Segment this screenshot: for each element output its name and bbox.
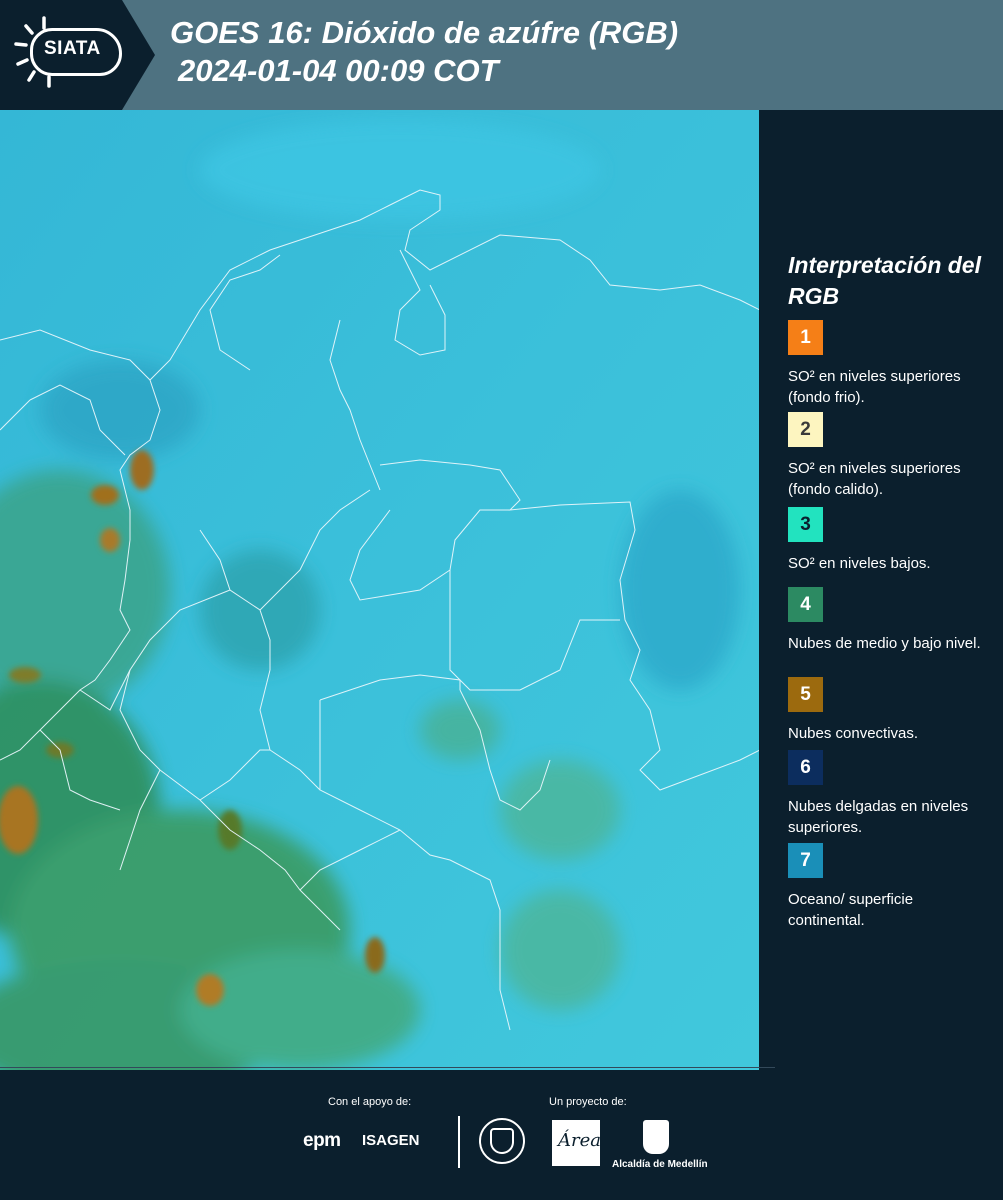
legend-item-4: 4 Nubes de medio y bajo nivel. (788, 587, 993, 654)
legend-item-1: 1 SO² en niveles superiores (fondo frio). (788, 320, 993, 408)
legend-label: SO² en niveles bajos. (788, 555, 931, 572)
legend-item-6: 6 Nubes delgadas en niveles superiores. (788, 750, 993, 838)
area-metropolitana-logo: Área (552, 1120, 601, 1166)
medellin-seal-icon (479, 1118, 525, 1164)
legend-swatch: 1 (788, 320, 823, 355)
footer-logo-divider (458, 1116, 460, 1168)
footer: Con el apoyo de: Un proyecto de: epm ISA… (0, 1067, 1003, 1200)
legend-label: SO² en niveles superiores (fondo frio). (788, 368, 961, 406)
page-title: GOES 16: Dióxido de azúfre (RGB) 2024-01… (170, 14, 678, 90)
legend-swatch: 3 (788, 507, 823, 542)
legend-swatch: 2 (788, 412, 823, 447)
epm-logo: epm (303, 1130, 341, 1151)
logo-text: SIATA (44, 38, 101, 59)
legend-item-3: 3 SO² en niveles bajos. (788, 507, 993, 574)
support-label: Con el apoyo de: (328, 1096, 412, 1108)
legend-label: SO² en niveles superiores (fondo calido)… (788, 460, 961, 498)
legend-label: Nubes delgadas en niveles superiores. (788, 798, 969, 836)
legend-label: Oceano/ superficie continental. (788, 891, 914, 929)
legend-item-5: 5 Nubes convectivas. (788, 677, 993, 744)
legend-title: Interpretación del RGB (788, 252, 981, 309)
project-label: Un proyecto de: (549, 1096, 627, 1108)
title-line-1: GOES 16: Dióxido de azúfre (RGB) (170, 15, 679, 50)
legend-swatch: 7 (788, 843, 823, 878)
satellite-image (0, 110, 760, 1070)
legend-panel: Interpretación del RGB 1 SO² en niveles s… (760, 110, 1003, 1070)
siata-logo: SIATA (0, 0, 155, 110)
legend-item-2: 2 SO² en niveles superiores (fondo calido… (788, 412, 993, 500)
title-line-2: 2024-01-04 00:09 COT (178, 53, 499, 88)
footer-divider (0, 1067, 775, 1068)
legend-label: Nubes convectivas. (788, 725, 919, 742)
legend-swatch: 4 (788, 587, 823, 622)
legend-swatch: 6 (788, 750, 823, 785)
alcaldia-label: Alcaldía de Medellín (612, 1159, 708, 1170)
legend-item-7: 7 Oceano/ superficie continental. (788, 843, 993, 931)
legend-swatch: 5 (788, 677, 823, 712)
header: SIATA GOES 16: Dióxido de azúfre (RGB) 2… (0, 0, 1003, 110)
satellite-map (0, 110, 760, 1070)
alcaldia-shield-icon (643, 1120, 669, 1154)
legend-label: Nubes de medio y bajo nivel. (788, 635, 981, 652)
isagen-logo: ISAGEN (362, 1132, 420, 1149)
